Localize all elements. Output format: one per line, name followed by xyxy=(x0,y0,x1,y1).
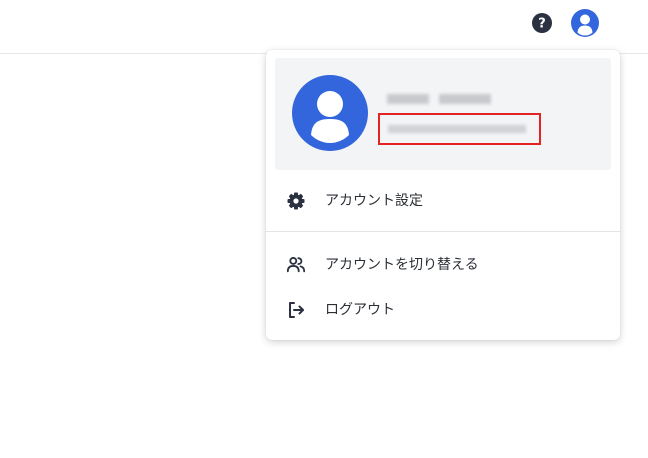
users-icon xyxy=(286,255,306,275)
top-bar: ? xyxy=(0,0,648,54)
account-dropdown-menu: アカウント設定 アカウントを切り替える ログアウト xyxy=(266,50,620,340)
profile-card xyxy=(275,58,611,170)
logout-icon xyxy=(286,300,306,320)
gear-icon xyxy=(286,191,306,211)
user-email-redaction xyxy=(388,125,526,133)
menu-item-label: ログアウト xyxy=(325,302,395,318)
svg-text:?: ? xyxy=(538,17,546,32)
account-menu-button[interactable] xyxy=(570,8,600,38)
avatar xyxy=(292,75,368,151)
menu-item-switch-account[interactable]: アカウントを切り替える xyxy=(266,245,620,285)
user-name-redaction xyxy=(439,94,491,104)
menu-item-label: アカウント設定 xyxy=(325,193,423,209)
menu-divider xyxy=(266,231,620,232)
email-highlight xyxy=(378,113,541,145)
user-circle-icon xyxy=(571,9,599,37)
menu-item-label: アカウントを切り替える xyxy=(325,257,479,273)
user-name-redaction xyxy=(387,94,429,104)
menu-item-logout[interactable]: ログアウト xyxy=(266,290,620,330)
question-circle-icon: ? xyxy=(532,13,552,33)
menu-item-account-settings[interactable]: アカウント設定 xyxy=(266,181,620,221)
help-button[interactable]: ? xyxy=(529,10,555,36)
